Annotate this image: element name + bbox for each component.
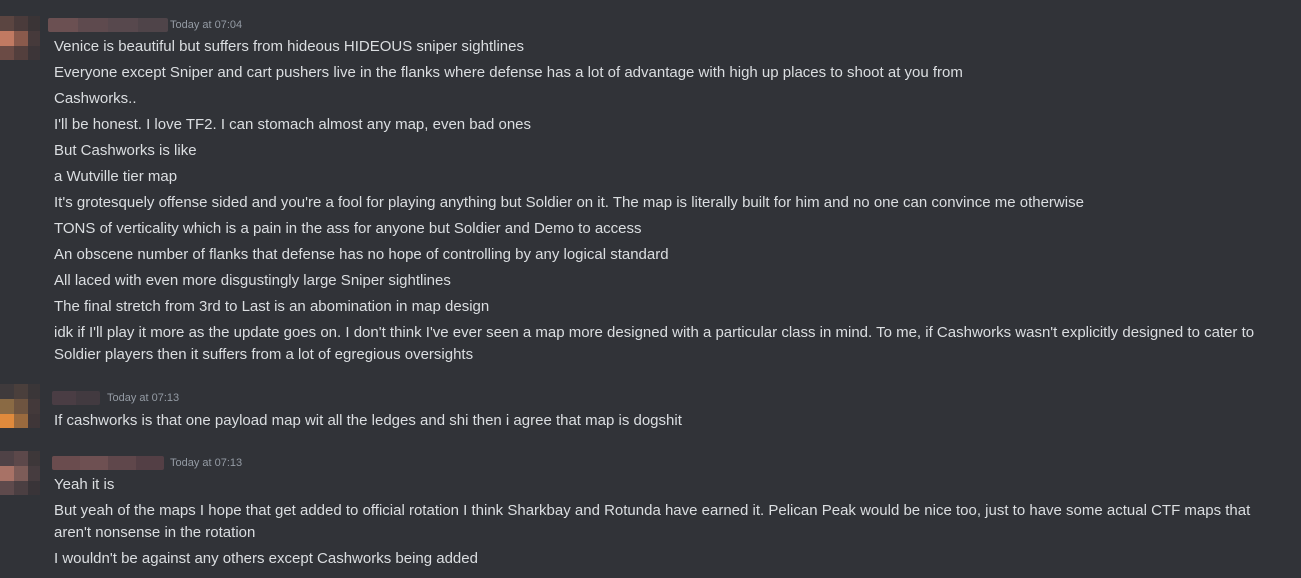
message-text: I wouldn't be against any others except … [54, 550, 478, 567]
message-text: If cashworks is that one payload map wit… [54, 412, 682, 429]
timestamp[interactable]: Today at 07:13 [170, 457, 242, 469]
timestamp[interactable]: Today at 07:13 [107, 392, 179, 404]
message-header: Today at 07:13 [0, 454, 1200, 474]
message-header: Today at 07:13 [0, 389, 1200, 409]
message-header: Today at 07:04 [0, 16, 1200, 36]
message-text: But Cashworks is like [54, 142, 197, 159]
message-text: I'll be honest. I love TF2. I can stomac… [54, 116, 532, 133]
message-text: An obscene number of flanks that defense… [54, 246, 669, 263]
message-text: idk if I'll play it more as the update g… [54, 324, 1255, 363]
chat-log: Today at 07:04 Venice is beautiful but s… [0, 0, 1301, 578]
message-text: Yeah it is [54, 476, 115, 493]
message-text: TONS of verticality which is a pain in t… [54, 220, 642, 237]
timestamp[interactable]: Today at 07:04 [170, 19, 242, 31]
message-text: Everyone except Sniper and cart pushers … [54, 64, 963, 81]
message-text: All laced with even more disgustingly la… [54, 272, 451, 289]
message-text: Venice is beautiful but suffers from hid… [54, 38, 524, 55]
message-text: It's grotesquely offense sided and you'r… [54, 194, 1084, 211]
message-text: The final stretch from 3rd to Last is an… [54, 298, 490, 315]
username[interactable] [52, 456, 164, 470]
username[interactable] [52, 391, 100, 405]
message-text: Cashworks.. [54, 90, 137, 107]
message-text: But yeah of the maps I hope that get add… [54, 502, 1251, 541]
message-text: a Wutville tier map [54, 168, 178, 185]
username[interactable] [48, 18, 168, 32]
